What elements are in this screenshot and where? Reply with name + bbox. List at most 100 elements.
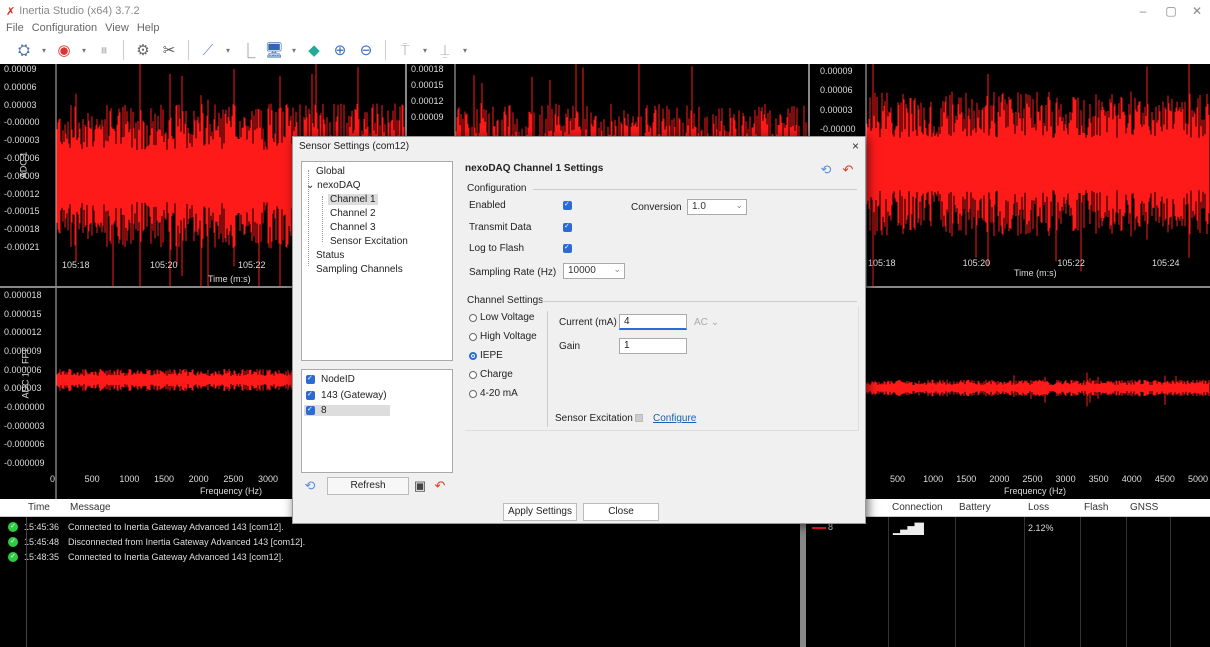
x-tick-label: 500 — [84, 474, 100, 484]
line-icon[interactable]: ⎿ — [238, 40, 258, 60]
trigger-down-icon[interactable]: ⍊ — [435, 40, 455, 60]
sync-icon[interactable]: ⟲ — [301, 477, 319, 495]
checkbox[interactable] — [306, 390, 315, 400]
tree-item-channel-3[interactable]: Channel 3 — [330, 222, 376, 233]
log-header-message[interactable]: Message — [70, 502, 111, 513]
maximize-button[interactable]: ▢ — [1164, 4, 1178, 18]
sensor-icon[interactable]: ⛭ — [14, 40, 34, 60]
tree-item-channel-2[interactable]: Channel 2 — [330, 208, 376, 219]
color-icon[interactable]: ◆ — [304, 40, 324, 60]
chevron-down-icon[interactable]: ▾ — [224, 40, 232, 60]
menu-help[interactable]: Help — [137, 22, 160, 36]
y-tick-label: 0.00006 — [4, 81, 37, 92]
x-tick-label: 0 — [50, 474, 56, 484]
sensor-excitation-checkbox[interactable] — [635, 414, 643, 422]
node-item-8[interactable]: 8 — [304, 405, 390, 416]
sampling-rate-select[interactable]: 10000 — [563, 262, 625, 279]
header-battery[interactable]: Battery — [959, 502, 991, 513]
tree-item-global[interactable]: Global — [316, 166, 345, 177]
tree-item-sampling-channels[interactable]: Sampling Channels — [316, 264, 403, 275]
radio-dot — [469, 351, 477, 360]
save-icon[interactable]: ▣ — [411, 477, 429, 495]
x-tick-label: 105:20 — [962, 258, 991, 268]
app-logo-icon: ✗ — [6, 5, 16, 18]
column-divider — [547, 311, 548, 427]
sensor-settings-dialog: Sensor Settings (com12) × Global ⌄ nexoD… — [292, 136, 866, 524]
dialog-close-icon[interactable]: × — [852, 139, 859, 153]
tree-item-nexodaq[interactable]: ⌄ nexoDAQ — [306, 180, 361, 191]
gain-input[interactable]: 1 — [619, 338, 687, 354]
tools-icon[interactable]: ✂ — [159, 40, 179, 60]
menu-file[interactable]: File — [6, 22, 24, 36]
chevron-down-icon[interactable]: ▾ — [40, 40, 48, 60]
menu-configuration[interactable]: Configuration — [32, 22, 97, 36]
zoom-in-icon[interactable]: ⊕ — [330, 40, 350, 60]
tree-item-status[interactable]: Status — [316, 250, 344, 261]
checkbox[interactable] — [306, 374, 315, 384]
toolbar-divider — [188, 40, 189, 60]
radio-label: 4-20 mA — [480, 388, 518, 399]
header-loss[interactable]: Loss — [1028, 502, 1049, 513]
low-voltage-radio[interactable]: Low Voltage — [469, 312, 535, 323]
y-tick-label: 0.000012 — [4, 327, 42, 338]
conversion-select[interactable]: 1.0 — [687, 198, 747, 215]
column-divider — [26, 517, 27, 647]
chevron-down-icon[interactable]: ▾ — [290, 40, 298, 60]
trigger-up-icon[interactable]: ⍑ — [395, 40, 415, 60]
x-tick-label: 105:20 — [150, 260, 178, 270]
y-tick-label: 0.00009 — [4, 64, 37, 74]
undo-icon[interactable]: ↶ — [839, 161, 857, 179]
minimize-button[interactable]: – — [1136, 4, 1150, 18]
header-gnss[interactable]: GNSS — [1130, 502, 1158, 513]
close-window-button[interactable]: ✕ — [1190, 4, 1204, 18]
header-flash[interactable]: Flash — [1084, 502, 1108, 513]
tree-item-channel-1[interactable]: Channel 1 — [328, 194, 378, 205]
toolbar: ⛭ ▾ ◉ ▾ ⏸ ⚙ ✂ ⟋ ▾ ⎿ 🖥 ▾ ◆ ⊕ ⊖ ⍑ ▾ ⍊ ▾ — [0, 36, 1210, 64]
y-tick-label: 0.000015 — [4, 308, 42, 319]
record-icon[interactable]: ◉ — [54, 40, 74, 60]
4-20ma-radio[interactable]: 4-20 mA — [469, 388, 518, 399]
conversion-label: Conversion — [631, 202, 682, 213]
chart-icon[interactable]: ⟋ — [198, 40, 218, 60]
log-header-time[interactable]: Time — [28, 502, 50, 513]
enabled-checkbox[interactable] — [563, 200, 572, 210]
iepe-radio[interactable]: IEPE — [469, 350, 503, 361]
menu-view[interactable]: View — [105, 22, 129, 36]
settings-icon[interactable]: ⚙ — [133, 40, 153, 60]
node-label: 8 — [321, 405, 327, 416]
node-list-header[interactable]: NodeID — [306, 374, 355, 385]
coupling-select[interactable]: AC ⌄ — [694, 317, 719, 328]
chevron-down-icon[interactable]: ⌄ — [306, 180, 317, 191]
current-input[interactable]: 4 — [619, 314, 687, 330]
radio-dot — [469, 332, 477, 341]
y-tick-label: -0.00018 — [4, 224, 40, 235]
chevron-down-icon[interactable]: ▾ — [421, 40, 429, 60]
chevron-down-icon[interactable]: ▾ — [80, 40, 88, 60]
column-divider — [1080, 517, 1081, 647]
signal-trace — [865, 64, 1210, 286]
high-voltage-radio[interactable]: High Voltage — [469, 331, 537, 342]
monitor-icon[interactable]: 🖥 — [264, 40, 284, 60]
log-time: 15:45:48 — [24, 537, 60, 547]
undo-icon[interactable]: ↶ — [431, 477, 449, 495]
tree-item-sensor-excitation[interactable]: Sensor Excitation — [330, 236, 408, 247]
close-button[interactable]: Close — [583, 503, 659, 521]
y-tick-label: -0.00012 — [4, 188, 40, 199]
sampling-rate-label: Sampling Rate (Hz) — [469, 267, 557, 278]
checkbox[interactable] — [306, 405, 315, 415]
refresh-button[interactable]: Refresh — [327, 477, 409, 495]
log-to-flash-checkbox[interactable] — [563, 243, 572, 253]
chevron-down-icon[interactable]: ▾ — [461, 40, 469, 60]
node-item-gateway[interactable]: 143 (Gateway) — [306, 390, 387, 401]
header-connection[interactable]: Connection — [892, 502, 943, 513]
apply-settings-button[interactable]: Apply Settings — [503, 503, 577, 521]
sync-icon[interactable]: ⟲ — [817, 161, 835, 179]
zoom-out-icon[interactable]: ⊖ — [356, 40, 376, 60]
pause-icon[interactable]: ⏸ — [94, 40, 114, 60]
fft-plot-right[interactable]: 500 1000 1500 2000 2500 3000 3500 4000 4500 5000 … — [810, 288, 1210, 499]
time-plot-right[interactable]: 0.00009 0.00006 0.00003 -0.00000 105:18 105:… — [810, 64, 1210, 286]
configure-link[interactable]: Configure — [653, 413, 696, 424]
radio-label: High Voltage — [480, 331, 537, 342]
charge-radio[interactable]: Charge — [469, 369, 513, 380]
transmit-data-checkbox[interactable] — [563, 222, 572, 232]
